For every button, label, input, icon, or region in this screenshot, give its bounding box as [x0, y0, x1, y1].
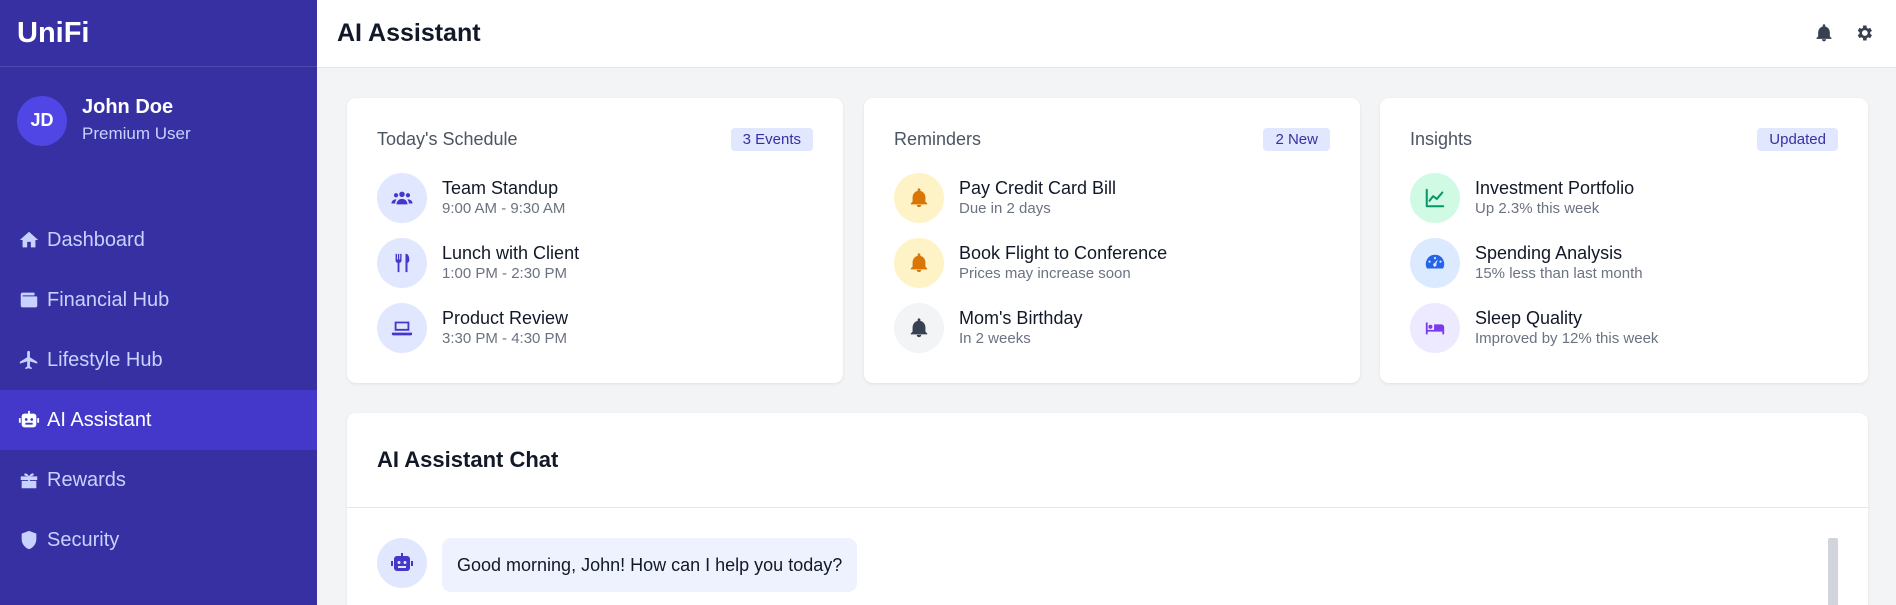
sidebar-item-financial-hub[interactable]: Financial Hub: [0, 270, 317, 330]
chat-message: Good morning, John! How can I help you t…: [377, 538, 1838, 592]
laptop-icon: [377, 302, 427, 353]
item-sub: In 2 weeks: [959, 329, 1031, 347]
shield-icon: [17, 528, 41, 552]
card-title: Reminders: [894, 129, 982, 149]
sidebar-item-rewards[interactable]: Rewards: [0, 450, 317, 510]
list-item[interactable]: Product Review 3:30 PM - 4:30 PM: [377, 295, 813, 360]
list-item[interactable]: Investment Portfolio Up 2.3% this week: [1410, 165, 1838, 230]
item-title: Spending Analysis: [1475, 242, 1623, 263]
brand-logo[interactable]: UniFi: [0, 0, 317, 67]
sidebar-nav: Dashboard Financial Hub Lifestyle Hub AI…: [0, 210, 317, 570]
chat-messages: Good morning, John! How can I help you t…: [347, 508, 1868, 605]
bell-icon: [894, 172, 944, 223]
plane-icon: [17, 348, 41, 372]
user-profile[interactable]: JD John Doe Premium User: [0, 67, 317, 174]
list-item[interactable]: Mom's Birthday In 2 weeks: [894, 295, 1330, 360]
sidebar-item-label: Rewards: [47, 468, 126, 491]
item-time: 9:00 AM - 9:30 AM: [442, 199, 566, 217]
updated-badge: Updated: [1757, 128, 1838, 151]
item-title: Book Flight to Conference: [959, 242, 1168, 263]
item-title: Pay Credit Card Bill: [959, 177, 1117, 198]
item-title: Investment Portfolio: [1475, 177, 1635, 198]
chat-bubble: Good morning, John! How can I help you t…: [442, 538, 858, 592]
item-title: Sleep Quality: [1475, 307, 1583, 328]
item-sub: Due in 2 days: [959, 199, 1051, 217]
top-header: AI Assistant: [317, 0, 1896, 68]
user-role: Premium User: [82, 124, 191, 143]
reminders-card: Reminders 2 New Pay Credit Card Bill Due…: [864, 98, 1360, 383]
card-title: Insights: [1410, 129, 1473, 149]
users-icon: [377, 172, 427, 223]
bed-icon: [1410, 302, 1460, 353]
utensils-icon: [377, 237, 427, 288]
bell-icon: [894, 302, 944, 353]
gauge-icon: [1410, 237, 1460, 288]
item-title: Mom's Birthday: [959, 307, 1083, 328]
new-badge: 2 New: [1263, 128, 1330, 151]
item-title: Lunch with Client: [442, 242, 580, 263]
item-title: Product Review: [442, 307, 569, 328]
item-time: 1:00 PM - 2:30 PM: [442, 264, 568, 282]
wallet-icon: [17, 288, 41, 312]
user-name: John Doe: [82, 96, 174, 118]
list-item[interactable]: Team Standup 9:00 AM - 9:30 AM: [377, 165, 813, 230]
list-item[interactable]: Lunch with Client 1:00 PM - 2:30 PM: [377, 230, 813, 295]
item-sub: Up 2.3% this week: [1475, 199, 1600, 217]
sidebar-item-label: Lifestyle Hub: [47, 348, 163, 371]
list-item[interactable]: Spending Analysis 15% less than last mon…: [1410, 230, 1838, 295]
bell-icon[interactable]: [1814, 23, 1836, 45]
sidebar-item-label: Security: [47, 528, 120, 551]
home-icon: [17, 228, 41, 252]
sidebar-item-lifestyle-hub[interactable]: Lifestyle Hub: [0, 330, 317, 390]
sidebar-item-label: Dashboard: [47, 228, 145, 251]
gear-icon[interactable]: [1854, 23, 1876, 45]
list-item[interactable]: Book Flight to Conference Prices may inc…: [894, 230, 1330, 295]
item-sub: 15% less than last month: [1475, 264, 1643, 282]
insights-card: Insights Updated Investment Portfolio Up…: [1380, 98, 1868, 383]
avatar: JD: [17, 95, 67, 146]
sidebar: UniFi JD John Doe Premium User Dashboard…: [0, 0, 317, 605]
events-badge: 3 Events: [730, 128, 813, 151]
item-sub: Prices may increase soon: [959, 264, 1131, 282]
robot-icon: [17, 408, 41, 432]
card-title: Today's Schedule: [377, 129, 518, 149]
item-title: Team Standup: [442, 177, 559, 198]
bell-icon: [894, 237, 944, 288]
sidebar-item-security[interactable]: Security: [0, 510, 317, 570]
chat-title: AI Assistant Chat: [347, 413, 1868, 508]
sidebar-item-dashboard[interactable]: Dashboard: [0, 210, 317, 270]
sidebar-item-ai-assistant[interactable]: AI Assistant: [0, 390, 317, 450]
gift-icon: [17, 468, 41, 492]
chart-line-icon: [1410, 172, 1460, 223]
list-item[interactable]: Sleep Quality Improved by 12% this week: [1410, 295, 1838, 360]
robot-icon: [377, 538, 427, 588]
item-sub: Improved by 12% this week: [1475, 329, 1659, 347]
ai-chat-panel: AI Assistant Chat Good morning, John! Ho…: [347, 413, 1868, 605]
schedule-card: Today's Schedule 3 Events Team Standup 9…: [347, 98, 843, 383]
item-time: 3:30 PM - 4:30 PM: [442, 329, 568, 347]
sidebar-item-label: Financial Hub: [47, 288, 170, 311]
sidebar-item-label: AI Assistant: [47, 408, 152, 431]
list-item[interactable]: Pay Credit Card Bill Due in 2 days: [894, 165, 1330, 230]
chat-scrollbar[interactable]: [1828, 538, 1838, 605]
page-title: AI Assistant: [337, 19, 481, 47]
